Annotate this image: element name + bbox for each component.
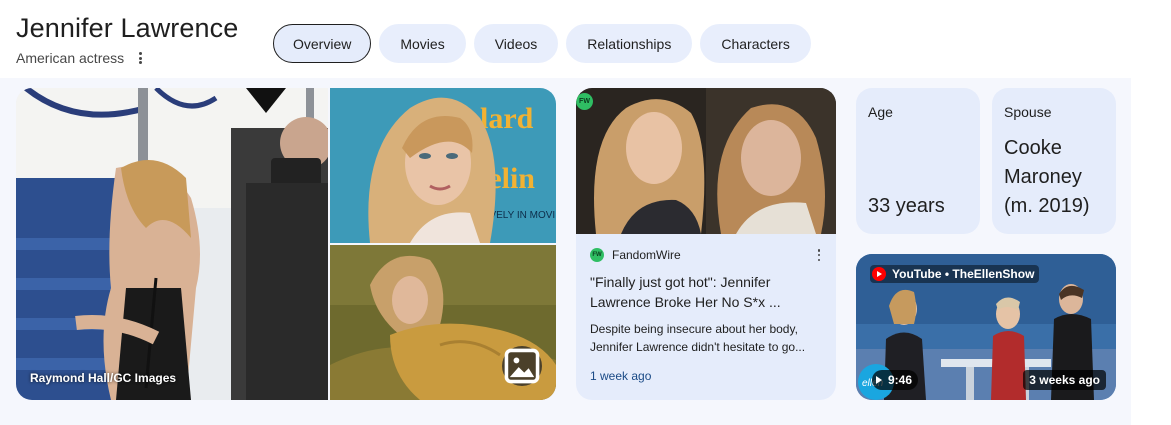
video-duration-text: 9:46: [888, 373, 913, 387]
tab-movies[interactable]: Movies: [379, 24, 466, 63]
subtitle-row: American actress: [16, 50, 238, 66]
tab-videos[interactable]: Videos: [473, 24, 559, 63]
tab-characters[interactable]: Characters: [700, 24, 811, 63]
site-badge-icon: FW: [576, 93, 593, 110]
news-source-row: FW FandomWire: [590, 248, 822, 262]
entity-header: Jennifer Lawrence American actress: [16, 12, 238, 66]
news-more-options-icon[interactable]: [816, 249, 822, 261]
lying-photo[interactable]: [330, 245, 556, 400]
news-body: FW FandomWire "Finally just got hot": Je…: [590, 248, 822, 356]
video-age: 3 weeks ago: [1023, 370, 1106, 390]
play-icon: [876, 376, 882, 384]
spouse-label: Spouse: [1004, 104, 1052, 120]
tab-overview[interactable]: Overview: [273, 24, 372, 63]
video-duration[interactable]: 9:46: [872, 370, 919, 390]
entity-title: Jennifer Lawrence: [16, 13, 239, 43]
svg-text:lard: lard: [480, 102, 534, 135]
spouse-fact-card[interactable]: Spouse Cooke Maroney (m. 2019): [992, 88, 1116, 234]
youtube-icon: [872, 267, 886, 281]
age-label: Age: [868, 104, 893, 120]
news-date: 1 week ago: [590, 369, 652, 383]
news-headline[interactable]: "Finally just got hot": Jennifer Lawrenc…: [590, 272, 822, 312]
video-source: YouTube • TheEllenShow: [892, 267, 1035, 281]
main-photo[interactable]: Raymond Hall/GC Images: [16, 88, 328, 400]
image-gallery-icon[interactable]: [502, 346, 542, 386]
tab-chips: Overview Movies Videos Relationships Cha…: [273, 24, 811, 63]
more-options-icon[interactable]: [134, 51, 146, 65]
news-card[interactable]: FW FW FandomWire "Finally just got hot":…: [576, 88, 836, 400]
image-mosaic: Raymond Hall/GC Images lard eelin SIVELY…: [16, 88, 556, 400]
age-value: 33 years: [868, 195, 945, 217]
fandomwire-logo-icon: FW: [590, 248, 604, 262]
entity-subtitle: American actress: [16, 50, 125, 66]
video-card[interactable]: ellen YouTube • TheEllenShow 9:46 3 week…: [856, 254, 1116, 400]
video-source-row: YouTube • TheEllenShow: [870, 265, 1040, 283]
age-fact-card[interactable]: Age 33 years: [856, 88, 980, 234]
photo-credit: Raymond Hall/GC Images: [30, 371, 177, 385]
portrait-photo[interactable]: lard eelin SIVELY IN MOVIE: [330, 88, 556, 243]
news-snippet: Despite being insecure about her body, J…: [590, 322, 806, 354]
spouse-value: Cooke Maroney (m. 2019): [1004, 137, 1090, 217]
tab-relationships[interactable]: Relationships: [566, 24, 693, 63]
news-source[interactable]: FandomWire: [612, 248, 681, 262]
news-thumbnail[interactable]: FW: [576, 88, 836, 234]
